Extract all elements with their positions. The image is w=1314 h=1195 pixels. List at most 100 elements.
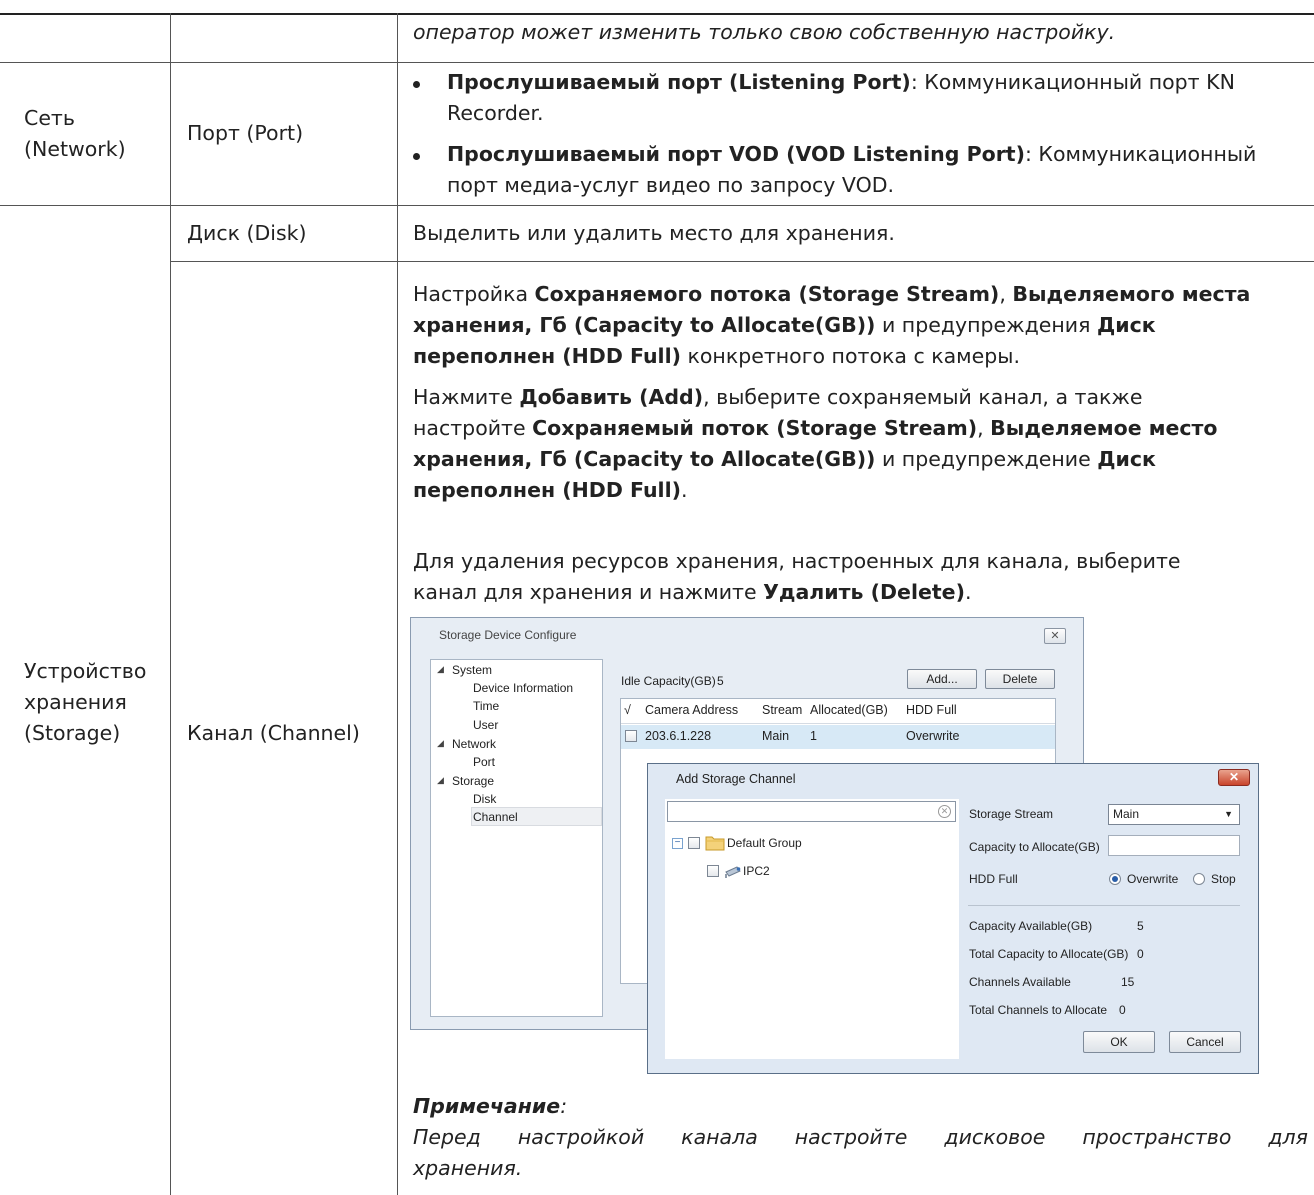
- cell-hdd-full: Overwrite: [906, 729, 960, 743]
- window-title: Storage Device Configure: [439, 628, 577, 642]
- storage-section-label: Устройство хранения (Storage): [24, 656, 146, 749]
- vod-port-rest: : Коммуникационный: [1024, 142, 1257, 166]
- col-divider: [170, 13, 171, 1195]
- row-checkbox[interactable]: [625, 730, 637, 742]
- row0-text: оператор может изменить только свою собс…: [413, 20, 1116, 44]
- overwrite-radio[interactable]: [1109, 873, 1121, 885]
- default-group-label[interactable]: Default Group: [727, 836, 802, 850]
- storage-stream-label: Storage Stream: [969, 807, 1054, 821]
- vod-port-line2: порт медиа-услуг видео по запросу VOD.: [447, 173, 895, 197]
- disk-desc: Выделить или удалить место для хранения.: [413, 221, 895, 245]
- group-checkbox[interactable]: [688, 837, 700, 849]
- tree-item-port[interactable]: Port: [473, 755, 495, 769]
- col-header-camera-address[interactable]: Camera Address: [645, 703, 738, 717]
- storage-label-l2: хранения: [24, 690, 127, 714]
- bullet: [413, 153, 420, 160]
- expand-arrow-icon[interactable]: ◢: [437, 738, 444, 749]
- close-button[interactable]: ✕: [1218, 769, 1250, 786]
- tree-item-disk[interactable]: Disk: [473, 792, 496, 806]
- storage-label-l1: Устройство: [24, 659, 147, 683]
- total-channels-value: 0: [1119, 1003, 1126, 1017]
- cell-camera-address: 203.6.1.228: [645, 729, 712, 743]
- stop-label[interactable]: Stop: [1211, 872, 1236, 886]
- capacity-available-label: Capacity Available(GB): [969, 919, 1093, 933]
- vod-port-desc: Прослушиваемый порт VOD (VOD Listening P…: [447, 139, 1307, 201]
- channels-available-value: 15: [1121, 975, 1135, 989]
- tree-item-user[interactable]: User: [473, 718, 498, 732]
- delete-button[interactable]: Delete: [985, 669, 1055, 689]
- table-top-border: [0, 13, 1314, 15]
- expand-arrow-icon[interactable]: ◢: [437, 775, 444, 786]
- folder-icon: [705, 836, 725, 851]
- table-row[interactable]: 203.6.1.228 Main 1 Overwrite: [621, 725, 1055, 749]
- paragraph-storage-settings: Настройка Сохраняемого потока (Storage S…: [413, 282, 1251, 368]
- col-header-allocated[interactable]: Allocated(GB): [810, 703, 888, 717]
- listening-port-term: Прослушиваемый порт (Listening Port): [447, 70, 911, 94]
- dialog-title: Add Storage Channel: [676, 772, 796, 786]
- cell-stream: Main: [762, 729, 790, 743]
- idle-capacity-label: Idle Capacity(GB): [621, 674, 716, 688]
- search-input[interactable]: ✕: [667, 801, 956, 822]
- storage-stream-select[interactable]: Main ▼: [1108, 804, 1240, 825]
- divider: [968, 905, 1240, 906]
- tree-item-storage[interactable]: Storage: [452, 774, 494, 788]
- storage-label-l3: (Storage): [24, 721, 121, 745]
- network-section-label: Сеть (Network): [24, 103, 126, 165]
- storage-stream-value: Main: [1113, 807, 1140, 821]
- tree-item-network[interactable]: Network: [452, 737, 496, 751]
- col-header-stream[interactable]: Stream: [762, 703, 802, 717]
- tree-collapse-icon[interactable]: −: [672, 838, 683, 849]
- row-divider: [0, 205, 1314, 206]
- total-capacity-value: 0: [1137, 947, 1144, 961]
- bullet: [413, 81, 420, 88]
- row-divider: [0, 62, 1314, 63]
- vod-port-term: Прослушиваемый порт VOD (VOD Listening P…: [447, 142, 1025, 166]
- listening-port-line2: Recorder.: [447, 101, 544, 125]
- close-button[interactable]: ✕: [1044, 628, 1066, 644]
- row-divider: [170, 261, 1314, 262]
- channels-available-label: Channels Available: [969, 975, 1071, 989]
- channel-label: Канал (Channel): [187, 721, 360, 745]
- disk-label: Диск (Disk): [187, 221, 307, 245]
- tree-item-channel[interactable]: Channel: [473, 810, 518, 824]
- idle-capacity-value: 5: [717, 674, 724, 688]
- capacity-allocate-label: Capacity to Allocate(GB): [969, 840, 1100, 854]
- total-capacity-label: Total Capacity to Allocate(GB): [969, 947, 1129, 961]
- note: Примечание: Перед настройкой канала наст…: [413, 1091, 1308, 1184]
- port-label: Порт (Port): [187, 121, 304, 145]
- note-title: Примечание: [413, 1094, 561, 1118]
- ok-button[interactable]: OK: [1083, 1031, 1155, 1053]
- tree-item-system[interactable]: System: [452, 663, 492, 677]
- hdd-full-label: HDD Full: [969, 872, 1018, 886]
- stop-radio[interactable]: [1193, 873, 1205, 885]
- camera-icon: [725, 866, 741, 878]
- network-label-ru: Сеть: [24, 106, 75, 130]
- listening-port-rest: : Коммуникационный порт KN: [910, 70, 1235, 94]
- col-header-hdd-full[interactable]: HDD Full: [906, 703, 957, 717]
- overwrite-label[interactable]: Overwrite: [1127, 872, 1178, 886]
- add-button[interactable]: Add...: [907, 669, 977, 689]
- col-divider: [397, 13, 398, 1195]
- camera-checkbox[interactable]: [707, 865, 719, 877]
- header-divider: [621, 723, 1055, 724]
- capacity-allocate-input[interactable]: [1108, 835, 1240, 856]
- add-storage-channel-dialog: Add Storage Channel ✕ ✕ − Default Group …: [647, 763, 1259, 1074]
- cell-allocated: 1: [810, 729, 817, 743]
- config-tree: ◢ System Device Information Time User ◢ …: [430, 659, 603, 1017]
- listening-port-desc: Прослушиваемый порт (Listening Port): Ко…: [447, 67, 1307, 129]
- network-label-en: (Network): [24, 137, 126, 161]
- cancel-button[interactable]: Cancel: [1169, 1031, 1241, 1053]
- paragraph-add-channel: Нажмите Добавить (Add), выберите сохраня…: [413, 385, 1218, 502]
- clear-icon[interactable]: ✕: [938, 805, 951, 818]
- capacity-available-value: 5: [1137, 919, 1144, 933]
- note-line1: Перед настройкой канала настройте дисков…: [413, 1125, 1308, 1149]
- expand-arrow-icon[interactable]: ◢: [437, 664, 444, 675]
- total-channels-label: Total Channels to Allocate: [969, 1003, 1108, 1017]
- note-line2: хранения.: [413, 1156, 523, 1180]
- tree-item-device-information[interactable]: Device Information: [473, 681, 573, 695]
- col-header-check: √: [624, 703, 631, 717]
- tree-item-time[interactable]: Time: [473, 699, 499, 713]
- channel-tree-panel: ✕ − Default Group IPC2: [665, 799, 959, 1059]
- camera-label[interactable]: IPC2: [743, 864, 770, 878]
- chevron-down-icon: ▼: [1224, 809, 1233, 819]
